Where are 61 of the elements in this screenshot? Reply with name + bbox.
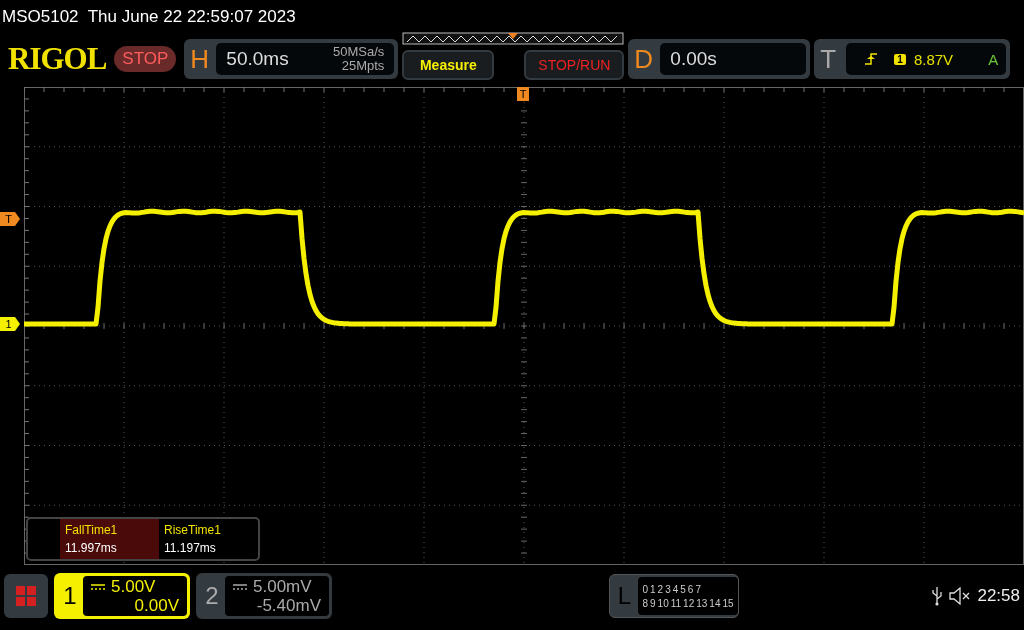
usb-icon[interactable]: [931, 586, 944, 606]
digital-channel-label: 12: [683, 597, 695, 609]
delay-letter: D: [634, 43, 655, 75]
digital-channel-label: 1: [650, 583, 656, 595]
logo: RIGOL: [8, 41, 107, 77]
digital-channel-label: 5: [680, 583, 686, 595]
trigger-source: 1: [894, 53, 906, 65]
menu-button[interactable]: [4, 574, 48, 618]
trigger-letter: T: [820, 43, 838, 75]
digital-channel-label: 14: [709, 597, 721, 609]
channel-marker[interactable]: 1: [0, 317, 20, 331]
clock-time: 22:58: [977, 586, 1020, 606]
digital-channel-label: 0: [642, 583, 648, 595]
channel-offset: 0.00V: [134, 596, 179, 615]
logic-letter: L: [616, 582, 633, 610]
channel-panel[interactable]: 1 5.00V 0.00V: [54, 573, 190, 619]
rising-edge-icon: [864, 52, 879, 66]
channel-scale: 5.00V: [111, 577, 156, 596]
trigger-position-marker[interactable]: T: [517, 87, 529, 101]
measurement-name: RiseTime1: [164, 523, 222, 537]
horizontal-letter: H: [190, 43, 211, 75]
digital-channel-label: 3: [665, 583, 671, 595]
trigger-panel[interactable]: T 1 8.87V A: [814, 39, 1011, 79]
measurement-item[interactable]: RiseTime1 11.197ms: [159, 519, 258, 559]
channel-panel[interactable]: 2 5.00mV -5.40mV: [196, 573, 332, 619]
digital-channel-label: 10: [657, 597, 669, 609]
horizontal-panel[interactable]: H 50.0ms 50MSa/s 25Mpts: [184, 39, 399, 79]
measurement-name: FallTime1: [65, 523, 119, 537]
sample-rate: 50MSa/s: [333, 45, 385, 59]
trigger-mode: A: [988, 50, 999, 68]
digital-channel-label: 9: [650, 597, 656, 609]
dc-coupling-icon: [233, 582, 247, 591]
channel-offset: -5.40mV: [256, 596, 321, 615]
digital-channel-label: 13: [696, 597, 708, 609]
grid-icon: [15, 585, 37, 607]
delay-panel[interactable]: D 0.00s: [628, 39, 811, 79]
logic-panel[interactable]: L 0 1 2 3 4 5 6 7 8 9 10 11 12 13 14 15: [609, 574, 740, 618]
memory-depth: 25Mpts: [341, 59, 385, 73]
stop-run-button[interactable]: STOP/RUN: [524, 50, 625, 80]
digital-channel-label: 15: [722, 597, 734, 609]
speaker-muted-icon[interactable]: [949, 587, 972, 605]
channel-scale: 5.00mV: [253, 577, 312, 596]
device-info: MSO5102 Thu June 22 22:59:07 2023: [1, 6, 296, 28]
channel-number: 2: [204, 582, 220, 610]
channel-number: 1: [62, 582, 78, 610]
measurement-item[interactable]: FallTime1 11.997ms: [60, 519, 159, 559]
digital-channel-label: 7: [695, 583, 701, 595]
digital-channel-label: 4: [672, 583, 679, 595]
dc-coupling-icon: [91, 582, 105, 591]
trigger-level-marker[interactable]: T: [0, 212, 20, 226]
measurement-value: 11.197ms: [164, 541, 217, 555]
digital-channel-label: 8: [642, 597, 648, 609]
trigger-level: 8.87V: [913, 50, 954, 68]
timebase-value: 50.0ms: [226, 48, 289, 70]
digital-channel-label: 6: [687, 583, 694, 595]
run-state-button[interactable]: STOP: [114, 46, 177, 72]
measurement-value: 11.997ms: [65, 541, 118, 555]
digital-channel-label: 11: [670, 597, 682, 609]
digital-channel-label: 2: [657, 583, 664, 595]
delay-value: 0.00s: [670, 48, 717, 70]
measure-button[interactable]: Measure: [402, 50, 495, 80]
